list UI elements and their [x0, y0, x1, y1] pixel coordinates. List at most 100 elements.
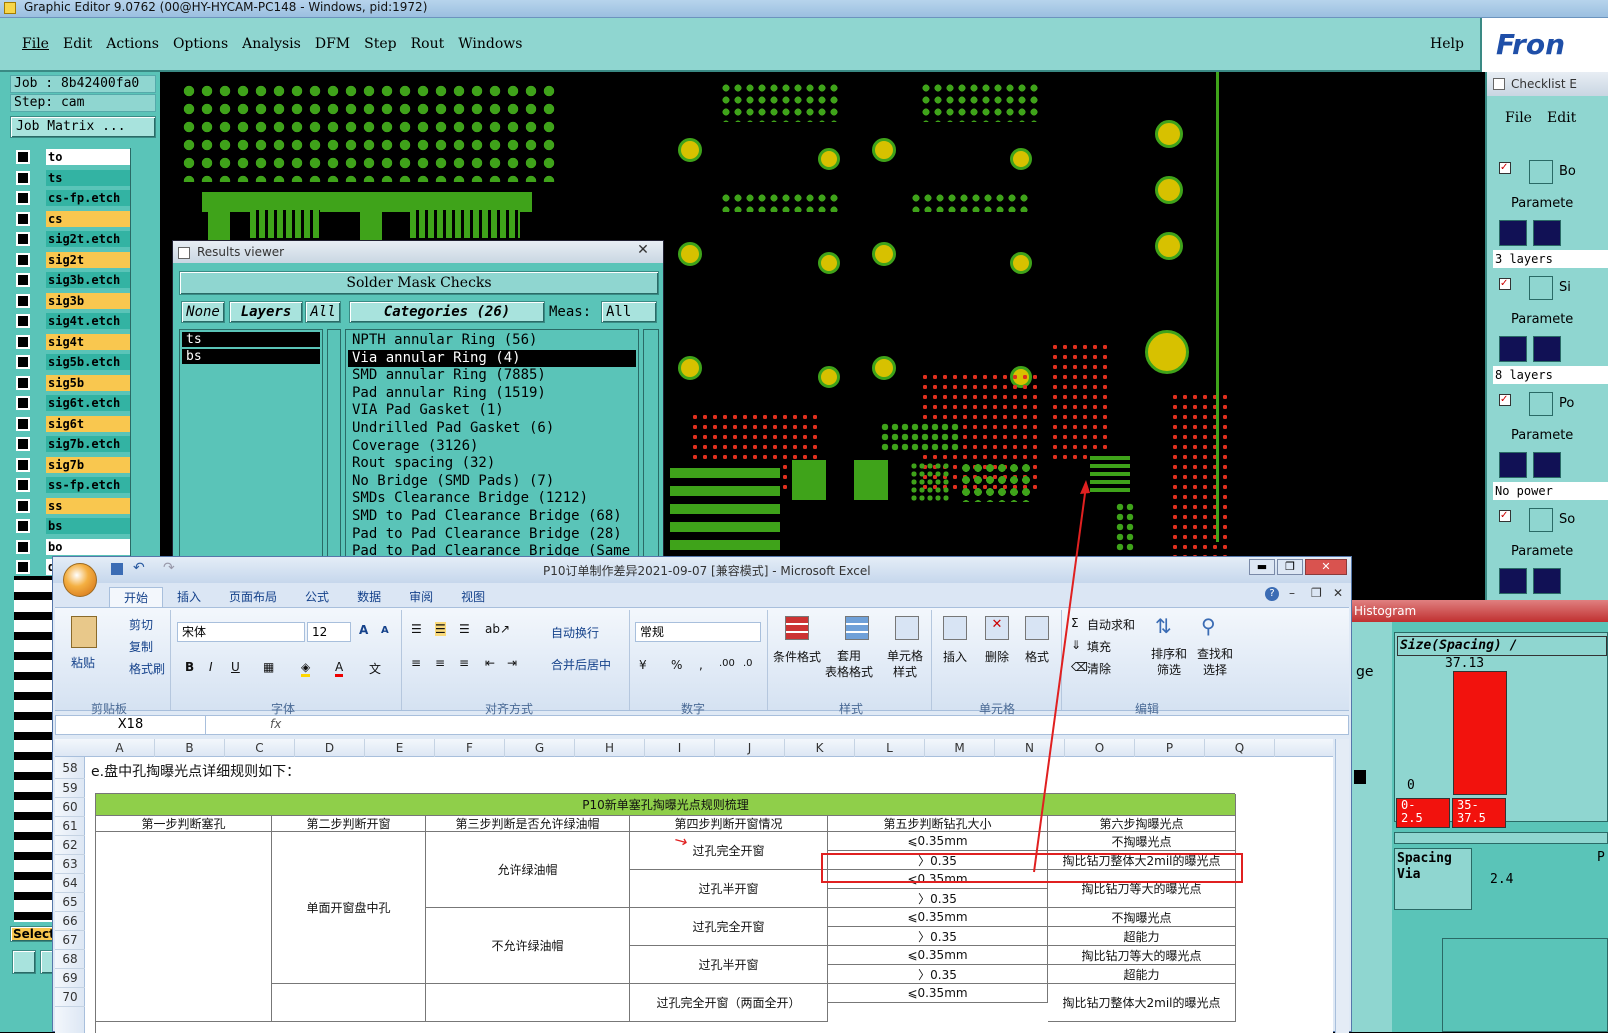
checkbox-icon[interactable]: ✓: [1499, 278, 1511, 290]
cell-styles-button[interactable]: 单元格 样式: [887, 648, 923, 680]
layer-name[interactable]: cs: [46, 210, 140, 227]
font-color-icon[interactable]: A: [335, 660, 344, 677]
row-header[interactable]: 62: [55, 836, 85, 855]
step5-cell[interactable]: ⩽0.35mm: [828, 908, 1048, 927]
align-center-icon[interactable]: ≡: [435, 656, 445, 670]
underline-icon[interactable]: U: [231, 660, 240, 674]
layer-name[interactable]: sig4t.etch: [46, 313, 140, 329]
category-item[interactable]: SMD to Pad Clearance Bridge (68): [348, 508, 636, 525]
sheet-heading[interactable]: e.盘中孔掏曝光点详细规则如下：: [91, 761, 300, 781]
layer-name[interactable]: bs: [46, 518, 140, 534]
step5-cell[interactable]: ⩽0.35mm: [828, 832, 1048, 851]
column-header[interactable]: J: [715, 739, 785, 757]
layer-checkbox[interactable]: [16, 252, 30, 267]
column-header[interactable]: G: [505, 739, 575, 757]
layer-checkbox[interactable]: [16, 211, 30, 226]
column-header[interactable]: D: [295, 739, 365, 757]
conditional-format-button[interactable]: 条件格式: [773, 648, 821, 665]
column-header[interactable]: L: [855, 739, 925, 757]
merge-center-button[interactable]: 合并后居中: [551, 656, 611, 673]
run-icon-2[interactable]: [1533, 336, 1561, 362]
name-box[interactable]: X18: [56, 716, 206, 734]
delete-cells-button[interactable]: 删除: [985, 648, 1009, 665]
quick-access-redo-icon[interactable]: ↷: [163, 560, 175, 576]
table-header-cell[interactable]: 第五步判断钻孔大小: [828, 816, 1048, 832]
italic-icon[interactable]: I: [209, 660, 213, 674]
decrease-decimal-icon[interactable]: .0: [743, 658, 753, 669]
layer-name[interactable]: sig2t.etch: [46, 231, 140, 247]
font-name-select[interactable]: 宋体: [177, 622, 305, 642]
maximize-icon[interactable]: ❐: [1277, 559, 1303, 575]
layer-checkbox[interactable]: [16, 560, 30, 574]
layer-checkbox[interactable]: [16, 519, 30, 533]
category-list[interactable]: NPTH annular Ring (56) Via annular Ring (…: [345, 329, 639, 561]
indent-increase-icon[interactable]: ⇥: [507, 656, 517, 670]
layer-name[interactable]: sig3b.etch: [46, 272, 140, 288]
job-matrix-button[interactable]: Job Matrix ...: [10, 116, 156, 138]
sort-filter-icon[interactable]: ⇅: [1155, 614, 1183, 642]
menu-actions[interactable]: Actions: [106, 36, 159, 52]
select-tool-icon[interactable]: [12, 950, 36, 974]
grow-font-icon[interactable]: A: [359, 623, 368, 637]
merged-step3-cell[interactable]: 不允许绿油帽: [426, 908, 630, 984]
sort-filter-button[interactable]: 排序和 筛选: [1151, 646, 1187, 678]
ribbon-tab[interactable]: 页面布局: [215, 587, 291, 607]
row-header[interactable]: 64: [55, 874, 85, 893]
font-size-select[interactable]: 12: [307, 622, 351, 642]
action-icon[interactable]: [1529, 508, 1553, 532]
currency-icon[interactable]: ¥: [639, 658, 647, 672]
paste-button[interactable]: 粘贴: [71, 654, 95, 671]
category-item[interactable]: SMDs Clearance Bridge (1212): [348, 490, 636, 507]
layer-name[interactable]: ss: [46, 497, 140, 514]
category-item[interactable]: SMD annular Ring (7885): [348, 367, 636, 384]
cut-button[interactable]: 剪切: [129, 616, 153, 633]
step6-cell[interactable]: 超能力: [1048, 927, 1236, 946]
checklist-menu-file[interactable]: File: [1505, 110, 1532, 126]
layer-checkbox[interactable]: [16, 437, 30, 451]
layer-checkbox[interactable]: [16, 539, 30, 554]
layer-checkbox[interactable]: [16, 232, 30, 246]
align-bottom-icon[interactable]: ☰: [459, 622, 470, 636]
category-item[interactable]: Coverage (3126): [348, 438, 636, 455]
result-layer-ts[interactable]: ts: [182, 332, 320, 347]
minimize-icon[interactable]: ▬: [1249, 559, 1275, 575]
layer-checkbox[interactable]: [16, 375, 30, 390]
run-icon[interactable]: [1499, 336, 1527, 362]
checkbox-icon[interactable]: ✓: [1499, 162, 1511, 174]
format-painter-button[interactable]: 格式刷: [129, 660, 165, 677]
layer-list-scrollbar[interactable]: [327, 329, 341, 561]
spreadsheet[interactable]: ABCDEFGHIJKLMNOPQ 58 59 60 61 62 63 64 65 66 67 68…: [55, 739, 1333, 1033]
find-select-icon[interactable]: ⚲: [1201, 614, 1229, 642]
step5-cell[interactable]: ⩽0.35mm: [828, 984, 1048, 1003]
vertical-scrollbar[interactable]: [1335, 739, 1349, 1033]
table-header-cell[interactable]: 第四步判断开窗情况: [630, 816, 828, 832]
categories-button[interactable]: Categories (26): [349, 301, 545, 323]
result-layer-bs[interactable]: bs: [182, 349, 320, 364]
row-header[interactable]: 58: [55, 757, 85, 779]
conditional-format-icon[interactable]: [785, 616, 809, 640]
ribbon-restore-icon[interactable]: ❐: [1311, 586, 1322, 600]
menu-help[interactable]: Help: [1430, 36, 1464, 52]
layer-name[interactable]: sig5b: [46, 374, 140, 391]
layer-checkbox[interactable]: [16, 273, 30, 287]
menu-step[interactable]: Step: [364, 36, 396, 52]
align-left-icon[interactable]: ≡: [411, 656, 421, 670]
histogram-scrollbar[interactable]: [1394, 832, 1608, 844]
layer-name[interactable]: sig4t: [46, 333, 140, 350]
column-header[interactable]: E: [365, 739, 435, 757]
layer-name[interactable]: bo: [46, 538, 140, 555]
meas-select[interactable]: All: [601, 301, 657, 323]
table-header-cell[interactable]: 第一步判断塞孔: [96, 816, 272, 832]
layer-name[interactable]: sig6t: [46, 415, 140, 432]
layer-name[interactable]: ts: [46, 169, 140, 186]
copy-button[interactable]: 复制: [129, 638, 153, 655]
histogram-bin-2[interactable]: 35- 37.5: [1452, 798, 1506, 828]
layer-checkbox[interactable]: [16, 396, 30, 410]
ribbon-tab[interactable]: 公式: [291, 587, 343, 607]
layer-name[interactable]: cs-fp.etch: [46, 190, 140, 206]
bold-icon[interactable]: B: [185, 660, 194, 674]
layer-name[interactable]: sig5b.etch: [46, 354, 140, 370]
table-format-icon[interactable]: [845, 616, 869, 640]
row-header[interactable]: 63: [55, 855, 85, 874]
menu-analysis[interactable]: Analysis: [242, 36, 301, 52]
